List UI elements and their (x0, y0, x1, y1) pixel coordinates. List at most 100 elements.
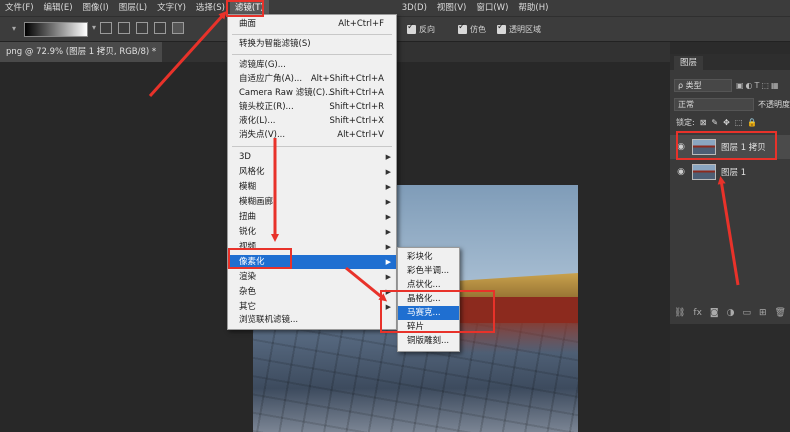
menu-select[interactable]: 选择(S) (191, 0, 230, 16)
menu-edit[interactable]: 编辑(E) (39, 0, 78, 16)
link-icon[interactable]: ⛓ (674, 308, 685, 318)
dither-label: 仿色 (470, 25, 486, 34)
menu-item-label: 消失点(V)... (239, 130, 286, 140)
menu-view[interactable]: 视图(V) (432, 0, 471, 16)
gradient-swatch[interactable] (24, 22, 88, 37)
lock-paint-icon[interactable]: ✎ (711, 118, 718, 127)
document-tab[interactable]: png @ 72.9% (图层 1 拷贝, RGB/8) * (0, 42, 163, 62)
menu-separator (232, 146, 392, 147)
menu-item-label: 自适应广角(A)... (239, 74, 303, 84)
menu-type[interactable]: 文字(Y) (152, 0, 191, 16)
transparency-label: 透明区域 (509, 25, 541, 34)
highlight-box-layer (676, 131, 777, 160)
menu-item-camera-raw[interactable]: Camera Raw 滤镜(C)... Shift+Ctrl+A (228, 86, 396, 100)
menu-item-label: 锐化 (239, 227, 257, 237)
highlight-box-mosaic (380, 290, 495, 333)
menu-item-shortcut: Alt+Shift+Ctrl+A (310, 74, 384, 84)
layer-row[interactable]: ◉ 图层 1 (670, 160, 790, 184)
menu-item-render[interactable]: 渲染 ▶ (228, 270, 396, 284)
menu-item-label: 转换为智能滤镜(S) (239, 39, 311, 49)
reverse-checkbox[interactable]: 反向 (407, 22, 435, 35)
menu-item-shortcut: Shift+Ctrl+A (329, 88, 384, 98)
fx-icon[interactable]: fx (693, 308, 702, 318)
menu-item-browse-online[interactable]: 浏览联机滤镜... (228, 313, 396, 327)
menu-item-adaptive-wide-angle[interactable]: 自适应广角(A)... Alt+Shift+Ctrl+A (228, 72, 396, 86)
submenu-item-facet[interactable]: 彩块化 (398, 250, 459, 264)
menu-item-label: 曲面 (239, 19, 257, 29)
menu-3d[interactable]: 3D(D) (397, 0, 432, 16)
menu-item-shortcut: Alt+Ctrl+V (337, 130, 384, 140)
menu-item-blur[interactable]: 模糊 ▶ (228, 180, 396, 194)
diamond-gradient-icon[interactable] (172, 22, 184, 34)
menu-item-label: 风格化 (239, 167, 265, 177)
menu-layer[interactable]: 图层(L) (114, 0, 152, 16)
checkbox-icon (458, 22, 467, 34)
lock-row: 锁定: ⊠ ✎ ✥ ⬚ 🔒 (676, 116, 790, 128)
trash-icon[interactable]: 🗑 (774, 308, 785, 318)
menu-item-filter-gallery[interactable]: 滤镜库(G)... (228, 58, 396, 72)
menu-item-label: 浏览联机滤镜... (239, 315, 299, 325)
menu-item-shortcut: Shift+Ctrl+X (329, 116, 384, 126)
menu-item-liquify[interactable]: 液化(L)... Shift+Ctrl+X (228, 114, 396, 128)
menu-item-label: 其它 (239, 302, 257, 312)
adjustment-icon[interactable]: ◑ (727, 308, 735, 318)
eye-icon[interactable]: ◉ (670, 167, 692, 177)
folder-icon[interactable]: ▭ (742, 308, 751, 318)
menu-item-label: 彩块化 (407, 252, 433, 262)
menu-item-label: 杂色 (239, 287, 257, 297)
layers-footer: ⛓ fx ◙ ◑ ▭ ⊞ 🗑 (670, 304, 790, 322)
menu-item-blur-gallery[interactable]: 模糊画廊 ▶ (228, 195, 396, 209)
lock-all-icon[interactable]: 🔒 (747, 118, 757, 127)
menu-separator (232, 34, 392, 35)
filter-menu-footer: 浏览联机滤镜... (227, 312, 397, 330)
lock-artboard-icon[interactable]: ⬚ (735, 118, 743, 127)
menu-item-label: 液化(L)... (239, 116, 276, 126)
new-layer-icon[interactable]: ⊞ (759, 308, 767, 318)
submenu-item-mezzotint[interactable]: 铜版雕刻... (398, 334, 459, 348)
submenu-item-color-halftone[interactable]: 彩色半调... (398, 264, 459, 278)
panel-header-strip (670, 42, 790, 54)
menu-item-shortcut: Shift+Ctrl+R (329, 102, 384, 112)
menu-item-lens-correction[interactable]: 镜头校正(R)... Shift+Ctrl+R (228, 100, 396, 114)
menu-item-label: 模糊画廊 (239, 197, 274, 207)
chevron-down-icon[interactable]: ▾ (92, 23, 96, 32)
angle-gradient-icon[interactable] (136, 22, 148, 34)
chevron-down-icon[interactable]: ▾ (12, 24, 16, 33)
lock-label: 锁定: (676, 117, 695, 127)
menu-item-sharpen[interactable]: 锐化 ▶ (228, 225, 396, 239)
layer-name: 图层 1 (721, 168, 747, 178)
menu-item-vanishing-point[interactable]: 消失点(V)... Alt+Ctrl+V (228, 128, 396, 142)
layer-kind-select[interactable]: ρ 类型 (674, 78, 732, 92)
checkbox-icon (497, 22, 506, 34)
menu-item-smart-filter[interactable]: 转换为智能滤镜(S) (228, 37, 396, 51)
radial-gradient-icon[interactable] (118, 22, 130, 34)
reverse-label: 反向 (419, 25, 435, 34)
menu-item-noise[interactable]: 杂色 ▶ (228, 285, 396, 299)
reflected-gradient-icon[interactable] (154, 22, 166, 34)
menu-file[interactable]: 文件(F) (0, 0, 39, 16)
linear-gradient-icon[interactable] (100, 22, 112, 34)
submenu-arrow-icon: ▶ (385, 153, 391, 161)
menu-image[interactable]: 图像(I) (78, 0, 114, 16)
transparency-checkbox[interactable]: 透明区域 (497, 22, 541, 35)
filter-icons[interactable]: ▣◐T⬚▦ (736, 81, 781, 90)
menu-item-label: 彩色半调... (407, 266, 450, 276)
lock-transparent-icon[interactable]: ⊠ (700, 118, 707, 127)
dither-checkbox[interactable]: 仿色 (458, 22, 486, 35)
lock-move-icon[interactable]: ✥ (723, 118, 730, 127)
blend-mode-select[interactable]: 正常 (674, 97, 754, 111)
menu-window[interactable]: 窗口(W) (471, 0, 513, 16)
opacity-label: 不透明度 (758, 99, 790, 109)
checkbox-icon (407, 22, 416, 34)
menu-item-last-filter[interactable]: 曲面 Alt+Ctrl+F (228, 17, 396, 31)
mask-icon[interactable]: ◙ (710, 308, 719, 318)
menu-item-distort[interactable]: 扭曲 ▶ (228, 210, 396, 224)
submenu-arrow-icon: ▶ (385, 273, 391, 281)
highlight-box-pixelate (228, 248, 292, 269)
menu-item-3d[interactable]: 3D ▶ (228, 150, 396, 164)
highlight-box-filter-menu (226, 0, 264, 17)
menu-help[interactable]: 帮助(H) (513, 0, 553, 16)
menu-item-stylize[interactable]: 风格化 ▶ (228, 165, 396, 179)
layers-tab[interactable]: 图层 (674, 56, 704, 70)
submenu-arrow-icon: ▶ (385, 168, 391, 176)
